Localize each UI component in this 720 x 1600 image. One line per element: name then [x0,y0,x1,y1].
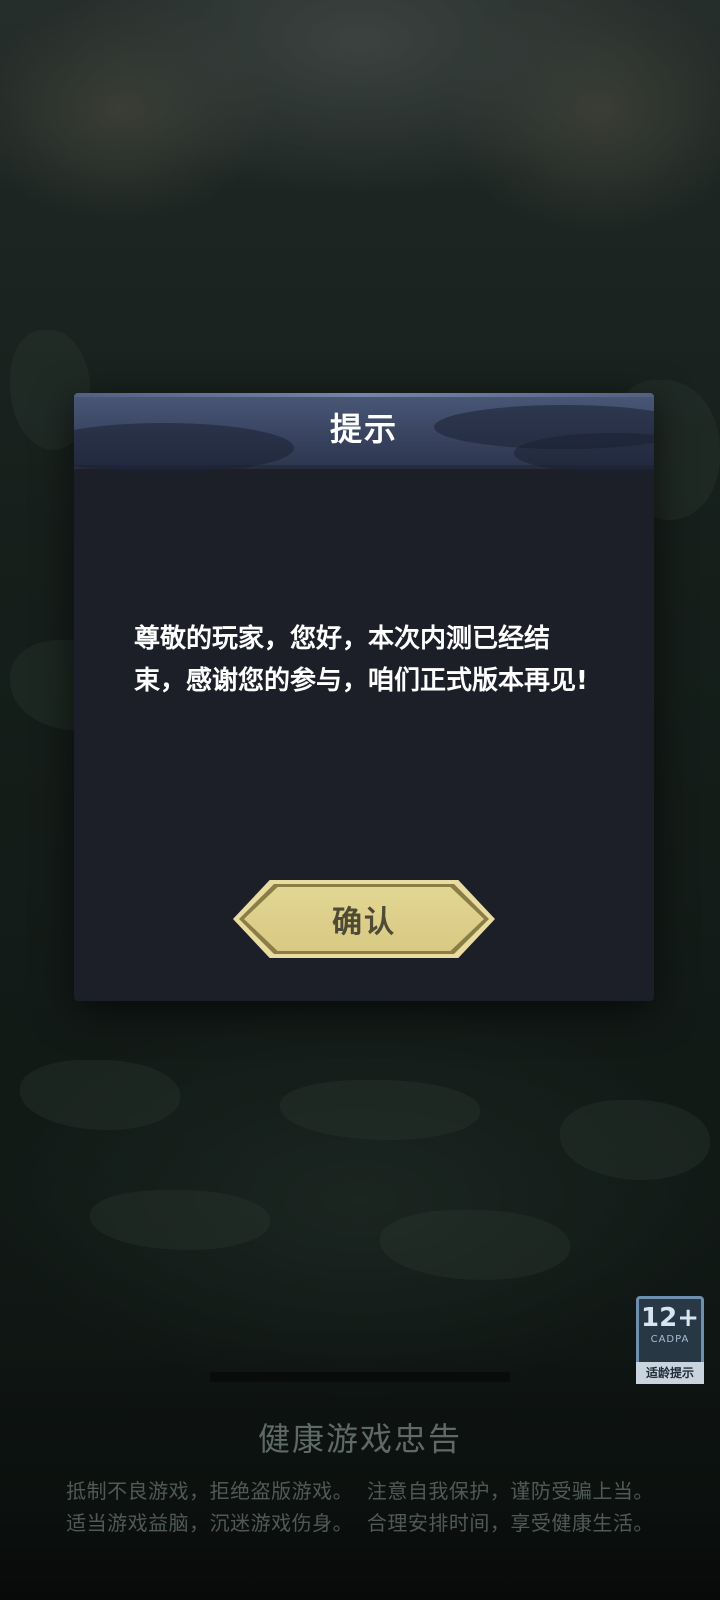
loading-bar-track [210,1372,510,1382]
age-rating-number: 12+ [641,1303,699,1333]
health-notice-title: 健康游戏忠告 [257,1420,462,1458]
game-screen: 提示 尊敬的玩家，您好，本次内测已经结束，感谢您的参与，咱们正式版本再见! 确认… [0,0,720,1600]
confirm-button[interactable]: 确认 [244,887,484,951]
dialog-message: 尊敬的玩家，您好，本次内测已经结束，感谢您的参与，咱们正式版本再见! [134,624,588,696]
health-notice-line: 适当游戏益脑，沉迷游戏伤身。 合理安排时间，享受健康生活。 [66,1511,654,1535]
dialog-header: 提示 [74,393,654,473]
age-rating-org: CADPA [650,1334,690,1345]
health-notice-line: 抵制不良游戏，拒绝盗版游戏。 注意自我保护，谨防受骗上当。 [66,1479,654,1503]
dialog-title: 提示 [329,410,398,448]
age-rating-badge[interactable]: 12+ CADPA 适龄提示 [636,1296,704,1384]
age-rating-label: 适龄提示 [636,1362,704,1384]
notice-dialog: 提示 尊敬的玩家，您好，本次内测已经结束，感谢您的参与，咱们正式版本再见! 确认 [74,393,654,1001]
confirm-button-frame: 确认 [233,880,495,958]
